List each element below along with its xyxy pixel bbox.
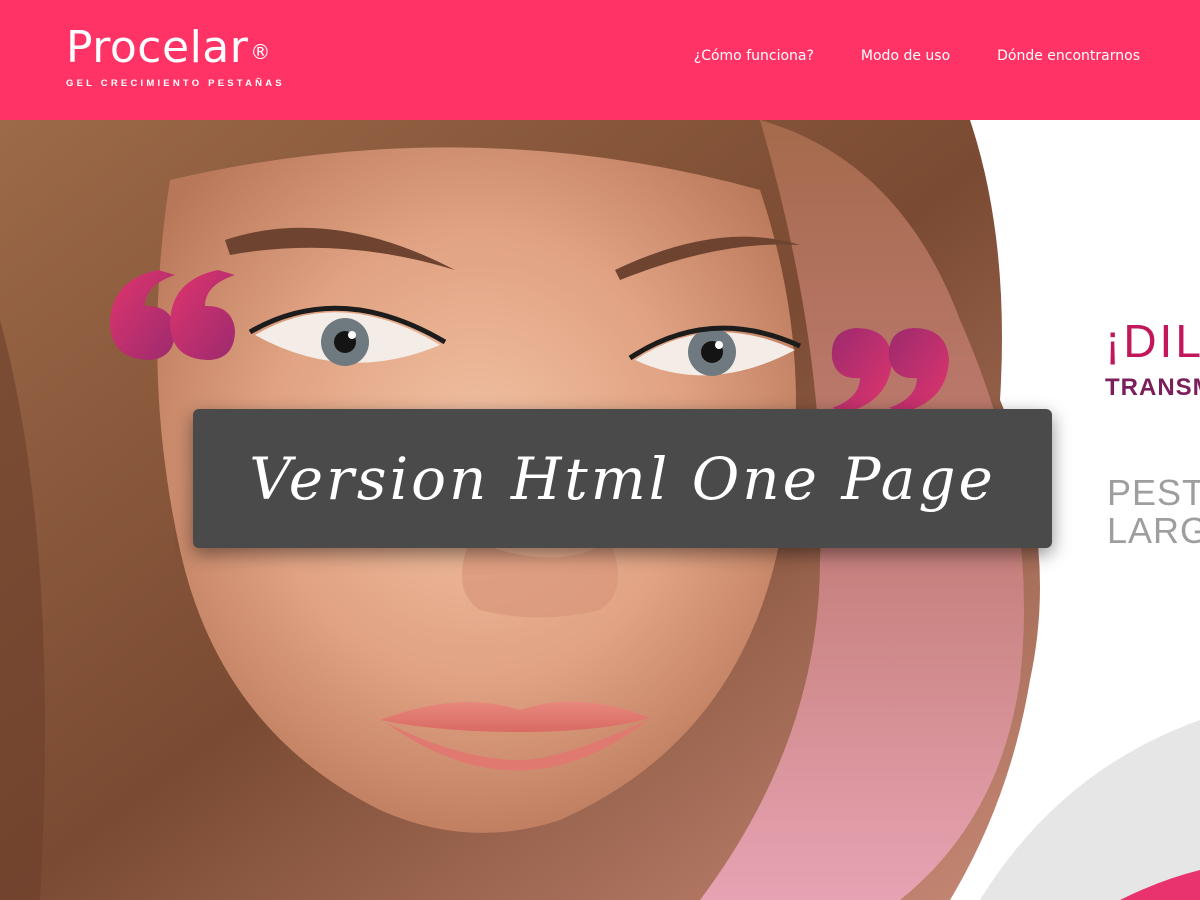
logo-wordmark: Procelar ®	[66, 24, 285, 72]
banner-text: Version Html One Page	[249, 444, 996, 513]
logo-name-text: Procelar	[66, 22, 249, 73]
registered-mark: ®	[250, 40, 271, 64]
hero-headline: ¡DIL	[1105, 315, 1200, 367]
hero-text-panel: ¡DIL TRANSM PESTA LARGA	[1105, 120, 1200, 900]
hero-text-line-2: LARGA	[1107, 510, 1200, 551]
nav-link-donde-encontrarnos[interactable]: Dónde encontrarnos	[997, 48, 1140, 64]
logo-tagline: GEL CRECIMIENTO PESTAÑAS	[66, 78, 285, 89]
brand-logo[interactable]: Procelar ® GEL CRECIMIENTO PESTAÑAS	[66, 24, 285, 90]
hero-text-line-1: PESTA	[1107, 472, 1200, 513]
main-nav: ¿Cómo funciona? Modo de uso Dónde encont…	[694, 48, 1140, 64]
nav-link-modo-de-uso[interactable]: Modo de uso	[861, 48, 950, 64]
hero-subheadline: TRANSM	[1105, 374, 1200, 401]
nav-link-como-funciona[interactable]: ¿Cómo funciona?	[694, 48, 814, 64]
site-header: Procelar ® GEL CRECIMIENTO PESTAÑAS ¿Cómo…	[0, 0, 1200, 120]
version-banner: Version Html One Page	[193, 409, 1052, 548]
